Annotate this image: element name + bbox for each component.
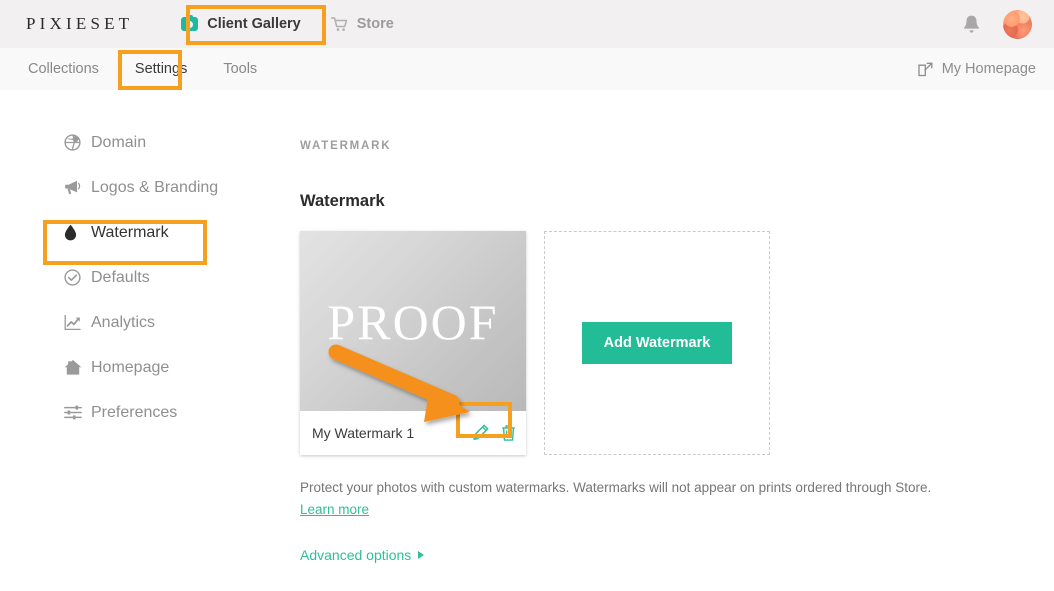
tab-settings[interactable]: Settings [121, 55, 201, 83]
nav-store[interactable]: Store [321, 9, 404, 39]
nav-store-label: Store [356, 16, 394, 32]
sidebar-item-defaults[interactable]: Defaults [0, 255, 280, 300]
sidebar-item-domain[interactable]: Domain [0, 120, 280, 165]
add-watermark-button[interactable]: Add Watermark [581, 322, 733, 364]
advanced-options-toggle[interactable]: Advanced options [300, 547, 1040, 563]
watermark-card-list: PROOF My Watermark 1 Add Watermark [300, 231, 1040, 455]
sidebar-item-analytics-label: Analytics [91, 313, 156, 331]
primary-nav: Client Gallery Store [171, 9, 414, 39]
check-circle-icon [64, 269, 81, 286]
breadcrumb: WATERMARK [300, 140, 392, 152]
watermark-preview-text: PROOF [327, 294, 499, 350]
watermark-name: My Watermark 1 [312, 425, 415, 441]
watermark-description-text: Protect your photos with custom watermar… [300, 480, 932, 495]
sidebar-item-logos-branding-label: Logos & Branding [91, 178, 219, 196]
watermark-card-footer: My Watermark 1 [300, 411, 526, 455]
learn-more-link[interactable]: Learn more [300, 499, 369, 521]
sidebar-item-preferences[interactable]: Preferences [0, 390, 280, 435]
my-homepage-label: My Homepage [941, 61, 1036, 77]
sidebar-item-domain-label: Domain [91, 133, 147, 151]
sidebar-item-preferences-label: Preferences [91, 403, 178, 421]
secondary-nav: Collections Settings Tools My Homepage [0, 48, 1054, 90]
sidebar-item-watermark-label: Watermark [91, 223, 169, 241]
main-content: WATERMARK Watermark PROOF My Watermark 1 [300, 120, 1040, 563]
chart-line-icon [64, 315, 81, 331]
my-homepage-link[interactable]: My Homepage [918, 48, 1036, 90]
home-icon [64, 360, 82, 375]
advanced-options-label: Advanced options [300, 546, 412, 563]
brand-logo[interactable]: PIXIESET [26, 14, 133, 34]
sliders-icon [64, 405, 82, 420]
page-title: Watermark [300, 192, 385, 210]
sidebar-item-homepage-label: Homepage [91, 358, 170, 376]
trash-icon[interactable] [501, 425, 516, 442]
bell-icon[interactable] [962, 14, 981, 35]
tab-collections[interactable]: Collections [14, 55, 113, 83]
sidebar-item-analytics[interactable]: Analytics [0, 300, 280, 345]
tab-tools[interactable]: Tools [209, 55, 271, 83]
pencil-icon[interactable] [472, 424, 489, 442]
sidebar-item-watermark[interactable]: Watermark [0, 210, 280, 255]
nav-client-gallery-label: Client Gallery [207, 16, 301, 32]
sidebar-item-defaults-label: Defaults [91, 268, 150, 286]
nav-client-gallery[interactable]: Client Gallery [171, 9, 310, 39]
megaphone-icon [65, 180, 81, 195]
watermark-description: Protect your photos with custom watermar… [300, 477, 1040, 522]
droplet-icon [64, 224, 77, 241]
settings-sidebar: Domain Logos & Branding Watermark Defaul… [0, 120, 280, 435]
watermark-card[interactable]: PROOF My Watermark 1 [300, 231, 526, 455]
avatar[interactable] [1003, 9, 1032, 39]
watermark-card-actions [472, 424, 516, 442]
top-header: PIXIESET Client Gallery Store [0, 0, 1054, 48]
external-link-icon [918, 62, 933, 76]
globe-icon [64, 134, 81, 151]
chevron-right-icon [418, 550, 425, 559]
camera-icon [181, 14, 199, 31]
sidebar-item-homepage[interactable]: Homepage [0, 345, 280, 390]
cart-icon [330, 16, 347, 31]
watermark-preview: PROOF [300, 231, 526, 411]
header-right-actions [962, 0, 1032, 48]
sidebar-item-logos-branding[interactable]: Logos & Branding [0, 165, 280, 210]
add-watermark-card[interactable]: Add Watermark [544, 231, 770, 455]
